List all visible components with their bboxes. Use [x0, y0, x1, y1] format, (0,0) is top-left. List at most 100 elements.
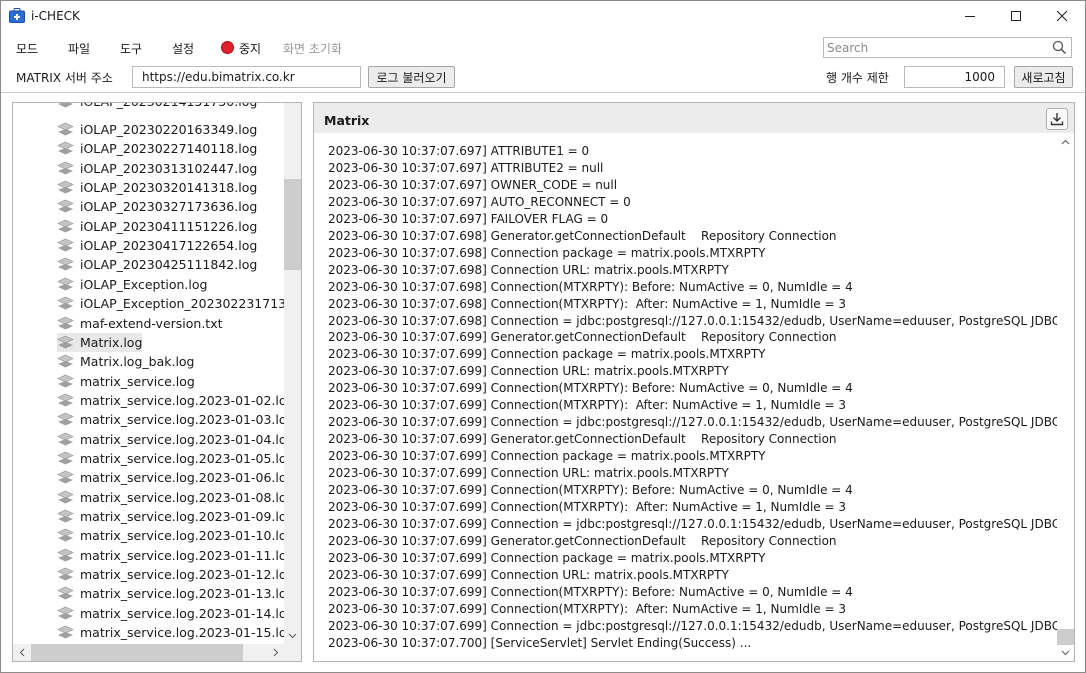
file-stack-icon: [57, 374, 74, 388]
file-tree-item[interactable]: matrix_service.log.2023-01-02.log: [57, 391, 285, 410]
file-tree-item[interactable]: matrix_service.log: [57, 372, 195, 391]
log-line: 2023-06-30 10:37:07.699] Connection(MTXR…: [328, 398, 846, 413]
file-tree-item[interactable]: Matrix.log: [57, 332, 143, 352]
file-stack-icon: [57, 180, 74, 194]
file-tree-item-label: iOLAP_Exception.log: [80, 276, 208, 292]
file-tree-item-label: matrix_service.log.2023-01-02.log: [80, 392, 285, 408]
log-line: 2023-06-30 10:37:07.699] Connection = jd…: [328, 415, 1057, 430]
file-tree-item[interactable]: iOLAP_20230417122654.log: [57, 236, 257, 255]
download-button[interactable]: [1046, 108, 1068, 130]
file-tree-item-label: iOLAP_20230220163349.log: [80, 122, 258, 137]
file-tree-item[interactable]: matrix_service.log.2023-01-04.log: [57, 430, 285, 449]
file-tree-item-label: iOLAP_Exception_20230223171311: [80, 296, 285, 312]
file-tree-item[interactable]: iOLAP_20230411151226.log: [57, 217, 257, 236]
log-line: 2023-06-30 10:37:07.699] Connection URL:…: [328, 567, 729, 582]
search-box[interactable]: [823, 37, 1072, 58]
file-tree-item[interactable]: matrix_service.log.2023-01-12.log: [57, 565, 285, 584]
close-icon: [1056, 10, 1068, 22]
file-tree-item[interactable]: matrix_service.log.2023-01-09.log: [57, 507, 285, 526]
file-tree-item[interactable]: iOLAP_20230327173636.log: [57, 197, 257, 216]
stop-icon[interactable]: [221, 41, 234, 54]
file-tree-item-label: matrix_service.log.2023-01-05.log: [80, 450, 285, 466]
log-line: 2023-06-30 10:37:07.699] Connection(MTXR…: [328, 381, 853, 396]
menu-file[interactable]: 파일: [68, 40, 90, 57]
file-tree-item[interactable]: iOLAP_20230313102447.log: [57, 159, 257, 178]
log-line: 2023-06-30 10:37:07.698] Generator.getCo…: [328, 228, 837, 243]
file-stack-icon: [57, 258, 74, 271]
file-tree-item[interactable]: matrix_service.log.2023-01-05.log: [57, 449, 285, 468]
log-line: 2023-06-30 10:37:07.697] OWNER_CODE = nu…: [328, 177, 618, 192]
file-tree-item[interactable]: iOLAP_20230425111842.log: [57, 255, 257, 274]
file-tree-item-label: matrix_service.log.2023-01-03.log: [80, 412, 285, 428]
log-line: 2023-06-30 10:37:07.699] Connection(MTXR…: [328, 601, 846, 616]
file-stack-icon: [57, 316, 74, 329]
file-tree-item[interactable]: matrix_service.log.2023-01-03.log: [57, 410, 285, 429]
log-line: 2023-06-30 10:37:07.699] Connection pack…: [328, 347, 766, 362]
window-title: i-CHECK: [31, 9, 80, 23]
menu-reset-screen: 화면 초기화: [283, 42, 343, 56]
file-tree-item[interactable]: iOLAP_20230214151750.log: [57, 103, 257, 111]
row-limit-field[interactable]: [904, 66, 1005, 88]
log-viewer-title: Matrix: [324, 113, 370, 128]
load-log-button[interactable]: 로그 불러오기: [368, 66, 455, 88]
scroll-left-arrow-icon[interactable]: [13, 644, 30, 661]
server-address-field[interactable]: [132, 66, 361, 88]
file-stack-icon: [57, 200, 74, 213]
menu-stop[interactable]: 중지: [239, 40, 261, 57]
file-tree-item[interactable]: iOLAP_20230220163349.log: [57, 120, 257, 139]
menu-tools[interactable]: 도구: [120, 40, 142, 57]
search-input[interactable]: [827, 39, 1047, 56]
file-tree-item[interactable]: matrix_service.log.2023-01-10.log: [57, 526, 285, 545]
file-tree-item[interactable]: matrix_service.log.2023-01-06.log: [57, 468, 285, 487]
log-viewer-panel: Matrix 2023-06-30 10:37:07.697] ATTRIBUT…: [313, 102, 1075, 662]
refresh-button[interactable]: 새로고침: [1014, 66, 1073, 88]
tree-vertical-scrollbar[interactable]: [284, 103, 301, 644]
file-tree-item[interactable]: maf-extend-version.txt: [57, 314, 223, 333]
menu-mode[interactable]: 모드: [16, 40, 38, 57]
file-tree[interactable]: iOLAP_20230214151750.log iOLAP_2023022016…: [13, 103, 285, 643]
minimize-icon: [965, 16, 975, 17]
file-tree-item[interactable]: matrix_service.log.2023-01-11.log: [57, 546, 285, 565]
file-tree-item-label: iOLAP_20230313102447.log: [80, 160, 258, 176]
file-tree-item[interactable]: iOLAP_Exception.log: [57, 275, 207, 294]
file-stack-icon: [58, 103, 73, 108]
log-scroll-up-arrow-icon[interactable]: [1057, 133, 1074, 150]
log-line: 2023-06-30 10:37:07.699] Generator.getCo…: [328, 432, 837, 447]
log-line: 2023-06-30 10:37:07.699] Connection(MTXR…: [328, 499, 846, 514]
file-tree-item[interactable]: matrix_service.log.2023-01-14.log: [57, 604, 285, 623]
log-line: 2023-06-30 10:37:07.699] Generator.getCo…: [328, 533, 837, 548]
log-vertical-scroll-thumb[interactable]: [1057, 629, 1074, 645]
close-button[interactable]: [1039, 1, 1085, 31]
file-tree-item-label: matrix_service.log.2023-01-11.log: [80, 547, 285, 563]
file-tree-item-label: matrix_service.log.2023-01-10.log: [80, 528, 285, 544]
file-tree-item[interactable]: Matrix.log_bak.log: [57, 352, 195, 371]
log-line: 2023-06-30 10:37:07.699] Connection = jd…: [328, 516, 1057, 531]
tree-horizontal-scroll-thumb[interactable]: [31, 644, 243, 661]
file-tree-item[interactable]: iOLAP_Exception_20230223171311: [57, 294, 285, 313]
tree-vertical-scroll-thumb[interactable]: [284, 179, 301, 270]
file-tree-item-label: matrix_service.log.2023-01-06.log: [80, 470, 285, 486]
maximize-button[interactable]: [993, 1, 1039, 31]
minimize-button[interactable]: [947, 1, 993, 31]
file-tree-item[interactable]: matrix_service.log.2023-01-15.log: [57, 623, 285, 642]
file-tree-item[interactable]: matrix_service.log.2023-01-08.log: [57, 488, 285, 507]
file-stack-icon: [57, 587, 74, 600]
log-text-area[interactable]: 2023-06-30 10:37:07.697] ATTRIBUTE1 = 0 2…: [314, 133, 1057, 661]
log-line: 2023-06-30 10:37:07.698] Connection URL:…: [328, 262, 729, 277]
menu-settings[interactable]: 설정: [172, 40, 194, 57]
file-tree-item[interactable]: iOLAP_20230227140118.log: [57, 139, 257, 158]
log-line: 2023-06-30 10:37:07.697] ATTRIBUTE1 = 0: [328, 144, 590, 158]
scroll-right-arrow-icon[interactable]: [267, 644, 284, 661]
file-tree-item-label: maf-extend-version.txt: [80, 315, 223, 331]
search-icon[interactable]: [1052, 40, 1067, 55]
file-tree-item[interactable]: iOLAP_20230320141318.log: [57, 178, 257, 197]
tree-horizontal-scrollbar[interactable]: [13, 644, 301, 661]
file-stack-icon: [57, 161, 74, 175]
log-scroll-down-arrow-icon[interactable]: [1057, 644, 1074, 661]
file-tree-item-label: matrix_service.log.2023-01-12.log: [80, 567, 285, 583]
log-vertical-scrollbar[interactable]: [1057, 133, 1074, 661]
file-stack-icon: [57, 606, 74, 620]
scroll-down-arrow-icon[interactable]: [284, 627, 301, 644]
file-stack-icon: [57, 122, 74, 136]
file-tree-item[interactable]: matrix_service.log.2023-01-13.log: [57, 584, 285, 603]
